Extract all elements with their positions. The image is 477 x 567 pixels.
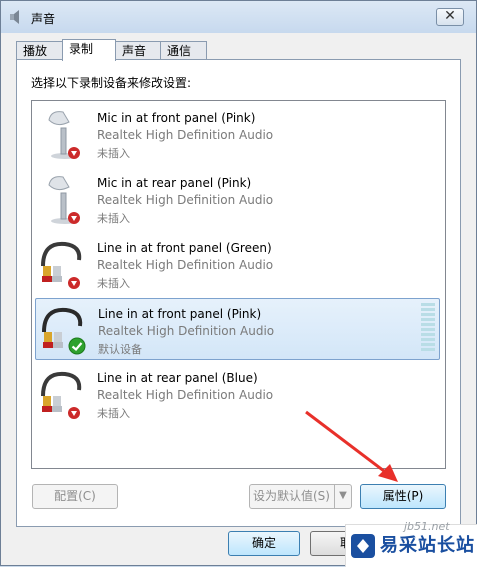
device-status: 未插入: [97, 407, 130, 420]
microphone-icon: [48, 111, 80, 159]
window-title: 声音: [31, 12, 56, 26]
device-name: Mic in at rear panel (Pink): [97, 176, 252, 190]
device-item-line-front-green[interactable]: Line in at front panel (Green) Realtek H…: [35, 233, 440, 295]
device-name: Line in at front panel (Pink): [98, 307, 262, 321]
watermark-site: jb51.net: [404, 520, 450, 533]
brand-name: 易采站长站: [380, 535, 475, 556]
device-status: 默认设备: [98, 343, 142, 356]
set-default-label: 设为默认值(S): [253, 489, 330, 503]
device-driver: Realtek High Definition Audio: [97, 258, 274, 272]
level-meter: [421, 303, 435, 355]
device-name: Line in at front panel (Green): [97, 241, 272, 255]
tab-playback[interactable]: 播放: [16, 41, 63, 60]
device-driver: Realtek High Definition Audio: [97, 128, 274, 142]
close-button[interactable]: ✕: [436, 8, 464, 26]
annotation-arrow: [305, 410, 398, 482]
tab-sounds[interactable]: 声音: [115, 41, 161, 60]
title-bar[interactable]: 声音 ✕: [1, 1, 476, 33]
microphone-icon: [48, 176, 80, 224]
chevron-down-icon[interactable]: ▼: [334, 485, 351, 508]
device-name: Line in at rear panel (Blue): [97, 371, 258, 385]
device-name: Mic in at front panel (Pink): [97, 111, 256, 125]
device-item-line-front-pink[interactable]: Line in at front panel (Pink) Realtek Hi…: [35, 298, 440, 360]
brand-logo-icon: [351, 534, 375, 558]
device-driver: Realtek High Definition Audio: [97, 388, 274, 402]
ok-button[interactable]: 确定: [228, 531, 300, 556]
line-in-cable-icon: [41, 241, 82, 289]
device-status: 未插入: [97, 147, 130, 160]
device-item-mic-rear-pink[interactable]: Mic in at rear panel (Pink) Realtek High…: [35, 168, 440, 230]
speaker-icon: [10, 10, 19, 24]
device-status: 未插入: [97, 212, 130, 225]
device-driver: Realtek High Definition Audio: [98, 324, 275, 338]
tab-recording[interactable]: 录制: [62, 39, 116, 61]
device-driver: Realtek High Definition Audio: [97, 193, 274, 207]
close-icon: ✕: [444, 8, 456, 24]
tab-communications[interactable]: 通信: [160, 41, 207, 60]
instructions-label: 选择以下录制设备来修改设置:: [31, 76, 192, 90]
line-in-cable-icon: [41, 371, 82, 419]
default-check-icon: [68, 337, 86, 355]
configure-button[interactable]: 配置(C): [32, 484, 118, 509]
device-status: 未插入: [97, 277, 130, 290]
device-item-mic-front-pink[interactable]: Mic in at front panel (Pink) Realtek Hig…: [35, 103, 440, 165]
